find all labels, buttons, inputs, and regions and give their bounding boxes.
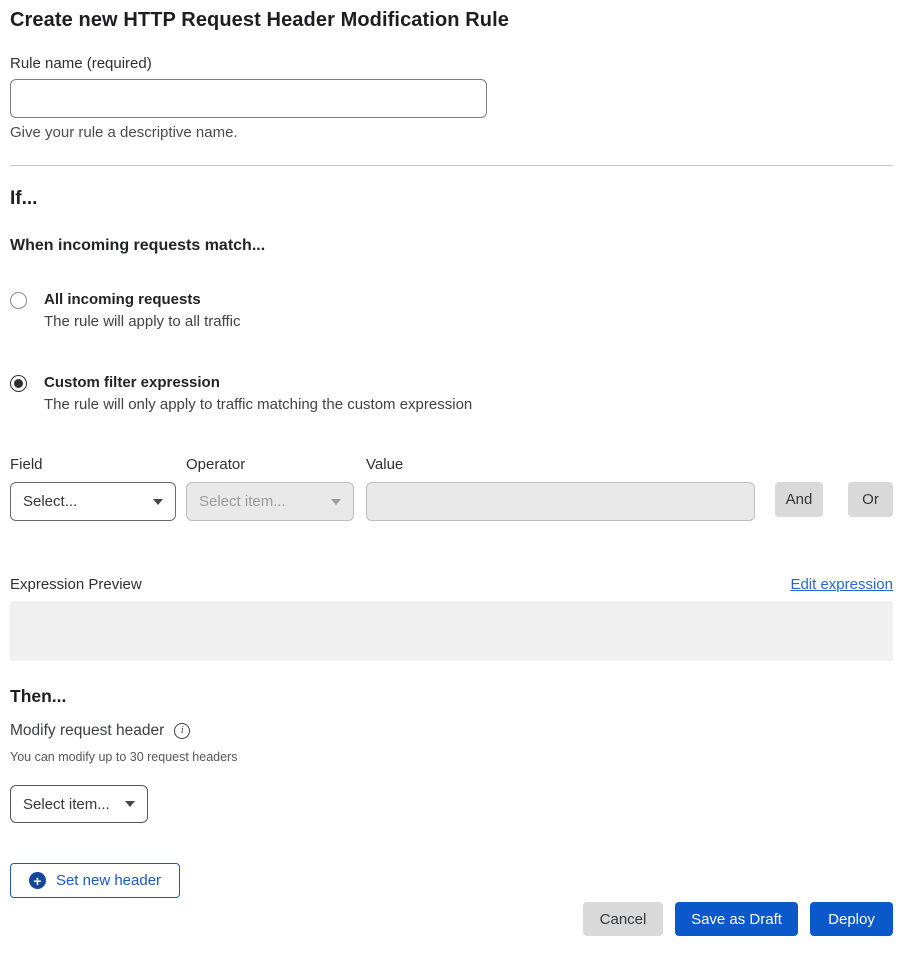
- radio-custom-filter-expression[interactable]: [10, 375, 27, 392]
- expression-preview-box: [10, 601, 893, 661]
- option-all-incoming-requests[interactable]: All incoming requests The rule will appl…: [10, 290, 893, 334]
- and-button[interactable]: And: [775, 482, 823, 517]
- edit-expression-link[interactable]: Edit expression: [790, 576, 893, 593]
- header-item-select-value: Select item...: [23, 796, 110, 813]
- chevron-down-icon: [125, 801, 135, 807]
- field-select[interactable]: Select...: [10, 482, 176, 521]
- radio-label-all-incoming[interactable]: All incoming requests: [44, 290, 240, 310]
- set-new-header-label: Set new header: [56, 872, 161, 889]
- chevron-down-icon: [153, 499, 163, 505]
- radio-label-custom-filter[interactable]: Custom filter expression: [44, 373, 472, 393]
- radio-all-incoming-requests[interactable]: [10, 292, 27, 309]
- expression-preview-header: Expression Preview Edit expression: [10, 576, 893, 593]
- deploy-button[interactable]: Deploy: [810, 902, 893, 936]
- option-custom-filter-expression[interactable]: Custom filter expression The rule will o…: [10, 373, 893, 417]
- if-heading: If...: [10, 187, 893, 210]
- operator-select[interactable]: Select item...: [186, 482, 354, 521]
- footer-actions: Cancel Save as Draft Deploy: [10, 902, 893, 936]
- then-heading: Then...: [10, 685, 893, 707]
- rule-name-input[interactable]: [10, 79, 487, 118]
- cancel-button[interactable]: Cancel: [583, 902, 663, 936]
- create-rule-form: Create new HTTP Request Header Modificat…: [0, 0, 899, 936]
- operator-select-value: Select item...: [199, 493, 286, 510]
- rule-name-help: Give your rule a descriptive name.: [10, 124, 893, 142]
- save-as-draft-button[interactable]: Save as Draft: [675, 902, 798, 936]
- rule-name-label: Rule name (required): [10, 55, 893, 73]
- expression-builder-row: Field Select... Operator Select item... …: [10, 456, 893, 521]
- page-title: Create new HTTP Request Header Modificat…: [10, 8, 893, 32]
- radio-desc-custom-filter: The rule will only apply to traffic matc…: [44, 393, 472, 417]
- value-input[interactable]: [366, 482, 755, 521]
- operator-label: Operator: [186, 456, 354, 474]
- section-divider: [10, 165, 893, 166]
- expression-preview-label: Expression Preview: [10, 576, 142, 593]
- plus-icon: +: [29, 872, 46, 889]
- radio-desc-all-incoming: The rule will apply to all traffic: [44, 310, 240, 334]
- value-label: Value: [366, 456, 755, 474]
- field-label: Field: [10, 456, 176, 474]
- or-button[interactable]: Or: [848, 482, 893, 517]
- match-subheading: When incoming requests match...: [10, 236, 893, 256]
- header-item-select[interactable]: Select item...: [10, 785, 148, 823]
- modify-request-header-label: Modify request header: [10, 721, 164, 741]
- chevron-down-icon: [331, 499, 341, 505]
- set-new-header-button[interactable]: + Set new header: [10, 863, 180, 898]
- modify-header-help: You can modify up to 30 request headers: [10, 750, 893, 765]
- field-select-value: Select...: [23, 493, 77, 510]
- info-icon[interactable]: i: [174, 723, 190, 739]
